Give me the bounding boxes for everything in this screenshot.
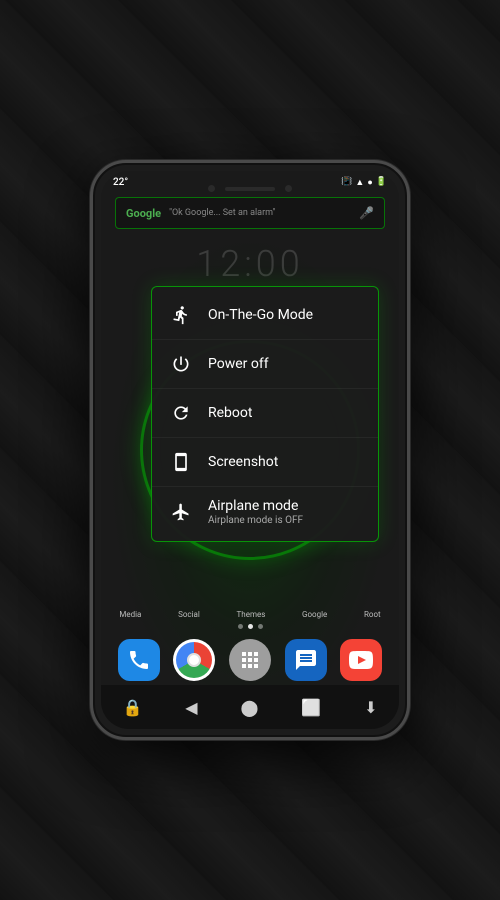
menu-item-on-the-go[interactable]: On-The-Go Mode [152, 291, 378, 340]
app-icon-messages[interactable] [285, 639, 327, 681]
menu-label-wrap-on-the-go: On-The-Go Mode [208, 307, 313, 323]
nav-home-icon[interactable]: ⬤ [241, 698, 259, 717]
dock-label-themes: Themes [237, 610, 266, 619]
clock-time: 12:00 [101, 243, 399, 285]
nav-lock-icon[interactable]: 🔒 [122, 698, 142, 717]
menu-sublabel-airplane: Airplane mode is OFF [208, 515, 303, 526]
app-icon-youtube[interactable] [340, 639, 382, 681]
menu-label-power-off: Power off [208, 356, 269, 372]
dot-1 [238, 624, 243, 629]
walking-icon [168, 302, 194, 328]
dock-label-social: Social [178, 610, 200, 619]
phone-frame: 22° 📳 ▲ ● 🔋 Google "Ok Google... Set an … [90, 160, 410, 740]
screenshot-icon [168, 449, 194, 475]
navigation-bar: 🔒 ◀ ⬤ ⬜ ⬇ [101, 685, 399, 729]
search-placeholder: "Ok Google... Set an alarm" [169, 208, 359, 218]
app-dock [111, 639, 389, 681]
battery-icon: 🔋 [376, 177, 387, 187]
status-temperature: 22° [113, 177, 128, 188]
menu-item-airplane[interactable]: Airplane mode Airplane mode is OFF [152, 487, 378, 537]
menu-label-airplane: Airplane mode [208, 498, 303, 514]
menu-label-reboot: Reboot [208, 405, 252, 421]
app-icon-phone[interactable] [118, 639, 160, 681]
reboot-icon [168, 400, 194, 426]
side-button-right[interactable] [409, 303, 410, 343]
dot-2-active [248, 624, 253, 629]
menu-item-screenshot[interactable]: Screenshot [152, 438, 378, 487]
signal-icon: ● [367, 177, 372, 188]
dock-labels: Media Social Themes Google Root [101, 610, 399, 619]
dock-label-media: Media [119, 610, 141, 619]
mic-icon[interactable]: 🎤 [359, 206, 374, 220]
menu-item-power-off[interactable]: Power off [152, 340, 378, 389]
menu-label-wrap-screenshot: Screenshot [208, 454, 278, 470]
google-search-bar[interactable]: Google "Ok Google... Set an alarm" 🎤 [115, 197, 385, 229]
menu-label-wrap-power-off: Power off [208, 356, 269, 372]
menu-label-screenshot: Screenshot [208, 454, 278, 470]
clock-display: 12:00 [101, 243, 399, 285]
app-icon-chrome[interactable] [173, 639, 215, 681]
power-menu: On-The-Go Mode Power off [151, 286, 379, 542]
status-icons: 📳 ▲ ● 🔋 [341, 177, 387, 188]
app-icon-apps[interactable] [229, 639, 271, 681]
menu-item-reboot[interactable]: Reboot [152, 389, 378, 438]
wifi-icon: ▲ [355, 177, 364, 188]
nav-download-icon[interactable]: ⬇ [364, 698, 377, 717]
dock-label-google: Google [302, 610, 327, 619]
menu-label-wrap-reboot: Reboot [208, 405, 252, 421]
page-indicator [101, 624, 399, 629]
google-brand: Google [126, 207, 161, 220]
status-bar: 22° 📳 ▲ ● 🔋 [101, 171, 399, 193]
dot-3 [258, 624, 263, 629]
nav-recent-icon[interactable]: ⬜ [301, 698, 321, 717]
menu-label-wrap-airplane: Airplane mode Airplane mode is OFF [208, 498, 303, 526]
power-icon [168, 351, 194, 377]
menu-label-on-the-go: On-The-Go Mode [208, 307, 313, 323]
vibrate-icon: 📳 [341, 177, 352, 187]
airplane-icon [168, 499, 194, 525]
nav-back-icon[interactable]: ◀ [185, 698, 197, 717]
phone-screen: 22° 📳 ▲ ● 🔋 Google "Ok Google... Set an … [101, 171, 399, 729]
dock-label-root: Root [364, 610, 381, 619]
